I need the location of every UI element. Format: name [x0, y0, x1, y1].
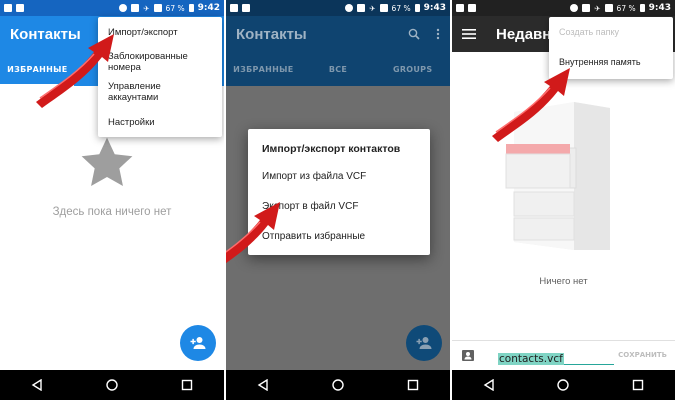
status-bar: ✈ 67 % 9:43	[226, 0, 450, 16]
more-options-icon[interactable]	[436, 28, 440, 40]
battery-bolt-icon	[414, 4, 420, 12]
save-bar: contacts.vcf СОХРАНИТЬ	[452, 340, 675, 370]
contacts-screen: ✈ 67 % 9:42 Контакты ИЗБРАННЫЕ Здесь пок…	[0, 0, 224, 400]
tab-indicator	[0, 84, 74, 86]
add-person-icon	[416, 337, 432, 349]
sync-icon	[570, 4, 579, 12]
home-icon[interactable]	[557, 379, 570, 391]
sync-icon	[345, 4, 354, 12]
file-picker-screen: ✈ 67 % 9:43 Недавние Ничего нет contacts…	[452, 0, 675, 400]
overflow-menu: Импорт/экспорт Заблокированные номера Уп…	[98, 17, 222, 137]
import-export-dialog: Импорт/экспорт контактов Импорт из файла…	[248, 129, 430, 255]
clock: 9:42	[197, 3, 220, 13]
app-bar: Контакты	[226, 16, 450, 52]
battery-level: 67 %	[616, 3, 636, 13]
menu-item-import-export[interactable]: Импорт/экспорт	[98, 17, 222, 47]
navigation-bar	[226, 370, 450, 400]
add-person-icon	[190, 337, 206, 349]
add-contact-button[interactable]	[180, 325, 216, 361]
recents-icon[interactable]	[407, 379, 419, 391]
tab-all[interactable]: ВСЕ	[301, 65, 376, 74]
filename-text: contacts.vcf	[498, 353, 564, 365]
menu-item-settings[interactable]: Настройки	[98, 107, 222, 137]
battery-icon	[379, 4, 388, 12]
overflow-menu: Создать папку Внутренняя память	[549, 17, 673, 79]
menu-item-internal-storage[interactable]: Внутренняя память	[549, 47, 673, 77]
tab-groups[interactable]: GROUPS	[375, 65, 450, 74]
page-title: Контакты	[236, 25, 307, 43]
star-icon	[81, 137, 133, 186]
tab-bar: ИЗБРАННЫЕ ВСЕ GROUPS	[226, 52, 450, 86]
hamburger-menu-icon[interactable]	[462, 28, 476, 40]
sim-notification-icon	[16, 4, 24, 12]
filename-input[interactable]: contacts.vcf	[498, 347, 614, 365]
back-icon[interactable]	[257, 379, 269, 391]
back-icon[interactable]	[31, 379, 43, 391]
image-notification-icon	[230, 4, 238, 12]
image-notification-icon	[456, 4, 464, 12]
battery-level: 67 %	[391, 3, 411, 13]
empty-state-text: Ничего нет	[539, 276, 588, 287]
navigation-bar	[452, 370, 675, 400]
page-title: Контакты	[10, 25, 81, 43]
dialog-item-share-favorites[interactable]: Отправить избранные	[262, 231, 365, 242]
sync-icon	[119, 4, 128, 12]
save-button[interactable]: СОХРАНИТЬ	[618, 351, 667, 359]
airplane-icon: ✈	[143, 3, 150, 13]
dialog-item-import-vcf[interactable]: Импорт из файла VCF	[262, 171, 366, 182]
battery-level: 67 %	[165, 3, 185, 13]
tab-favorites[interactable]: ИЗБРАННЫЕ	[226, 65, 301, 74]
battery-bolt-icon	[639, 4, 645, 12]
menu-item-blocked-numbers[interactable]: Заблокированные номера	[98, 47, 222, 77]
status-bar: ✈ 67 % 9:42	[0, 0, 224, 16]
vibrate-icon	[582, 4, 591, 12]
vibrate-icon	[357, 4, 366, 12]
tab-favorites[interactable]: ИЗБРАННЫЕ	[0, 65, 75, 74]
recents-icon[interactable]	[632, 379, 644, 391]
contacts-screen-dimmed: ✈ 67 % 9:43 Контакты ИЗБРАННЫЕ ВСЕ GROUP…	[226, 0, 450, 400]
empty-drawer-illustration	[505, 102, 610, 250]
battery-icon	[153, 4, 162, 12]
status-bar: ✈ 67 % 9:43	[452, 0, 675, 16]
menu-item-manage-accounts[interactable]: Управление аккаунтами	[98, 77, 222, 107]
sim-notification-icon	[468, 4, 476, 12]
battery-bolt-icon	[188, 4, 194, 12]
sim-notification-icon	[242, 4, 250, 12]
airplane-icon: ✈	[369, 3, 376, 13]
clock: 9:43	[648, 3, 671, 13]
home-icon[interactable]	[332, 379, 344, 391]
empty-state-text: Здесь пока ничего нет	[52, 206, 172, 218]
image-notification-icon	[4, 4, 12, 12]
dialog-title: Импорт/экспорт контактов	[262, 143, 401, 155]
search-icon[interactable]	[408, 28, 420, 40]
airplane-icon: ✈	[594, 3, 601, 13]
contact-card-icon	[462, 350, 474, 361]
clock: 9:43	[423, 3, 446, 13]
battery-icon	[604, 4, 613, 12]
menu-item-create-folder[interactable]: Создать папку	[549, 17, 673, 47]
back-icon[interactable]	[483, 379, 495, 391]
vibrate-icon	[131, 4, 140, 12]
add-contact-button[interactable]	[406, 325, 442, 361]
dialog-item-export-vcf[interactable]: Экспорт в файл VCF	[262, 201, 358, 212]
home-icon[interactable]	[106, 379, 118, 391]
navigation-bar	[0, 370, 224, 400]
recents-icon[interactable]	[181, 379, 193, 391]
